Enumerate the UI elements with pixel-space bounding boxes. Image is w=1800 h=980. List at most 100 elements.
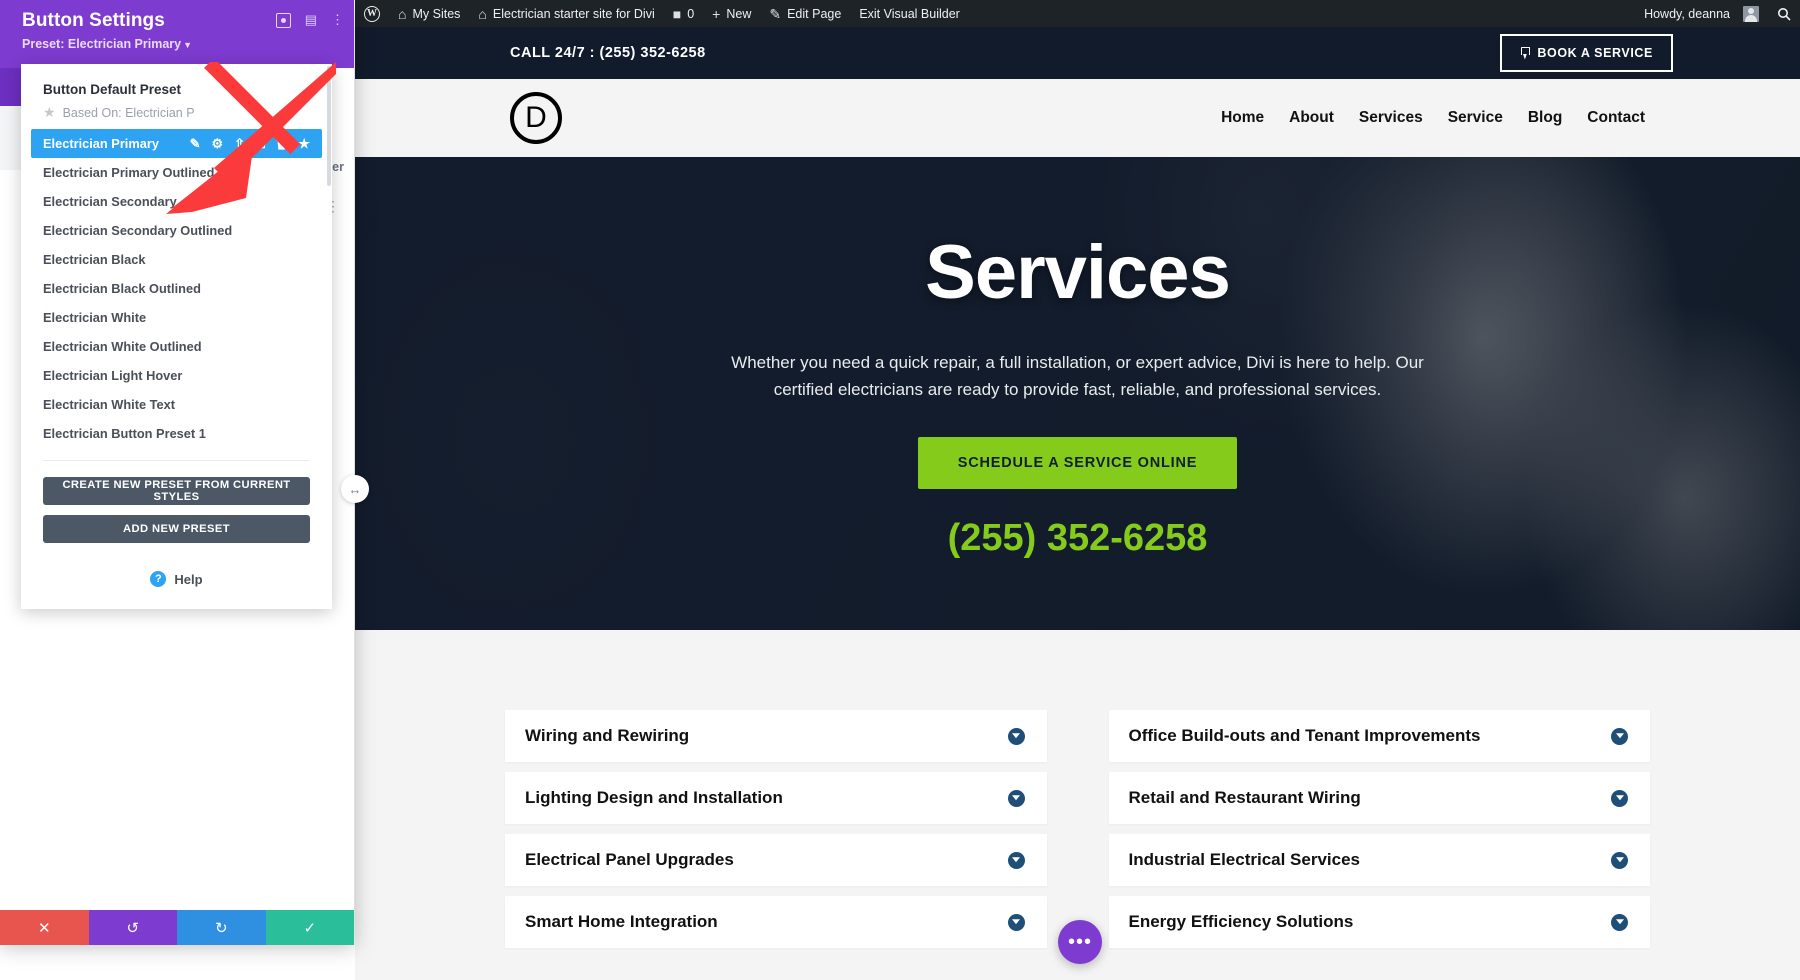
modal-header: Button Settings Preset: Electrician Prim… (0, 0, 354, 68)
duplicate-icon[interactable]: ⧉ (256, 136, 265, 152)
service-toggle-energy-efficiency-solutions[interactable]: Energy Efficiency Solutions (1108, 896, 1650, 948)
kebab-menu-icon[interactable]: ⋮ (331, 12, 344, 28)
focus-icon[interactable] (275, 12, 291, 28)
undo-button[interactable]: ↺ (88, 910, 177, 945)
modal-preset-selector[interactable]: Preset: Electrician Primary ▼ (22, 37, 340, 51)
help-label: Help (174, 571, 203, 587)
pencil-edit-icon[interactable]: ✎ (190, 136, 201, 152)
admin-bar-item-comments[interactable]: ■ 0 (664, 0, 703, 27)
preset-label: Electrician Black (43, 252, 146, 267)
circle-arrow-down-icon[interactable] (1611, 727, 1628, 745)
circle-arrow-down-icon[interactable] (1611, 851, 1628, 869)
divi-logo-icon[interactable]: D (510, 92, 562, 144)
avatar (1743, 5, 1759, 22)
preset-label: Electrician Secondary (43, 194, 177, 209)
preset-list: Electrician Primary ✎ ⚙ ⇧ ⧉ ★ Electricia… (21, 129, 332, 448)
circle-arrow-down-icon[interactable] (1007, 789, 1025, 807)
service-toggle-electrical-panel-upgrades[interactable]: Electrical Panel Upgrades (505, 834, 1047, 886)
service-title: Smart Home Integration (525, 912, 718, 931)
trash-delete-icon[interactable] (276, 137, 287, 150)
modal-header-icons: ▤ ⋮ (275, 12, 344, 28)
service-toggle-wiring-and-rewiring[interactable]: Wiring and Rewiring (505, 710, 1047, 762)
admin-bar-item-edit-page[interactable]: ✎ Edit Page (760, 0, 850, 27)
modal-tab-partial-label[interactable]: er (332, 160, 344, 174)
admin-bar-item-site-name[interactable]: ⌂ Electrician starter site for Divi (469, 0, 663, 27)
service-toggle-smart-home-integration[interactable]: Smart Home Integration (505, 896, 1047, 948)
preset-label: Electrician Primary Outlined (43, 165, 215, 180)
admin-bar-label: My Sites (412, 6, 461, 21)
circle-arrow-down-icon[interactable] (1007, 727, 1025, 745)
redo-button[interactable]: ↻ (177, 910, 266, 945)
service-toggle-lighting-design[interactable]: Lighting Design and Installation (505, 772, 1047, 824)
service-toggle-retail-restaurant-wiring[interactable]: Retail and Restaurant Wiring (1108, 772, 1650, 824)
preset-item-electrician-primary-outlined[interactable]: Electrician Primary Outlined (21, 158, 332, 187)
nav-item-blog[interactable]: Blog (1528, 109, 1562, 127)
book-a-service-button[interactable]: BOOK A SERVICE (1500, 34, 1673, 72)
modal-left-panel-bg (0, 106, 21, 170)
admin-bar-howdy[interactable]: Howdy, deanna (1635, 0, 1768, 27)
service-title: Office Build-outs and Tenant Improvement… (1128, 726, 1481, 745)
preset-item-electrician-light-hover[interactable]: Electrician Light Hover (21, 361, 332, 390)
sites-icon: ⌂ (398, 5, 407, 22)
preset-item-electrician-secondary[interactable]: Electrician Secondary (21, 187, 332, 216)
export-upload-icon[interactable]: ⇧ (234, 136, 245, 152)
nav-item-service[interactable]: Service (1448, 109, 1503, 127)
nav-item-about[interactable]: About (1289, 109, 1334, 127)
preset-item-electrician-primary[interactable]: Electrician Primary ✎ ⚙ ⇧ ⧉ ★ (31, 129, 322, 158)
circle-arrow-down-icon[interactable] (1611, 913, 1628, 931)
service-toggle-industrial-electrical-services[interactable]: Industrial Electrical Services (1108, 834, 1650, 886)
admin-bar-label: New (726, 6, 752, 21)
preset-item-electrician-white-outlined[interactable]: Electrician White Outlined (21, 332, 332, 361)
hero-phone-number[interactable]: (255) 352-6258 (948, 517, 1208, 560)
admin-bar-item-my-sites[interactable]: ⌂ My Sites (389, 0, 469, 27)
admin-bar-item-exit-visual-builder[interactable]: Exit Visual Builder (850, 0, 969, 27)
admin-bar-label: 0 (687, 6, 695, 21)
preset-label: Electrician White Outlined (43, 339, 202, 354)
nav-item-home[interactable]: Home (1221, 109, 1264, 127)
horizontal-resize-icon[interactable]: ↔ (341, 475, 369, 503)
star-default-icon[interactable]: ★ (298, 136, 310, 152)
circle-arrow-down-icon[interactable] (1007, 913, 1025, 931)
preset-label: Electrician Secondary Outlined (43, 223, 233, 238)
screenshot-canvas: W ⌂ My Sites ⌂ Electrician starter site … (0, 0, 1800, 980)
admin-bar-search[interactable] (1768, 0, 1800, 27)
nav-item-services[interactable]: Services (1359, 109, 1423, 127)
preset-item-electrician-white-text[interactable]: Electrician White Text (21, 390, 332, 419)
star-icon: ★ (43, 104, 56, 120)
hero-section: Services Whether you need a quick repair… (355, 157, 1800, 630)
button-default-preset-row[interactable]: Button Default Preset ★ Based On: Electr… (21, 74, 332, 123)
admin-bar-right-items: Howdy, deanna (1635, 0, 1800, 27)
site-icon: ⌂ (478, 5, 487, 22)
preset-item-electrician-secondary-outlined[interactable]: Electrician Secondary Outlined (21, 216, 332, 245)
wordpress-logo-menu[interactable]: W (355, 0, 389, 27)
schedule-a-service-online-button[interactable]: SCHEDULE A SERVICE ONLINE (917, 437, 1238, 490)
preset-item-electrician-black-outlined[interactable]: Electrician Black Outlined (21, 274, 332, 303)
plus-icon: + (712, 5, 721, 22)
service-toggle-office-build-outs[interactable]: Office Build-outs and Tenant Improvement… (1108, 710, 1650, 762)
preset-item-electrician-black[interactable]: Electrician Black (21, 245, 332, 274)
preset-label: Electrician Light Hover (43, 368, 183, 383)
nav-item-contact[interactable]: Contact (1587, 109, 1645, 127)
preset-item-electrician-button-preset-1[interactable]: Electrician Button Preset 1 (21, 419, 332, 448)
site-topbar: CALL 24/7 : (255) 352-6258 BOOK A SERVIC… (355, 27, 1800, 79)
create-new-preset-from-current-styles-button[interactable]: CREATE NEW PRESET FROM CURRENT STYLES (43, 477, 310, 505)
cancel-button[interactable]: ✕ (0, 910, 89, 945)
admin-bar-item-new[interactable]: + New (703, 0, 760, 27)
wordpress-admin-bar: W ⌂ My Sites ⌂ Electrician starter site … (355, 0, 1800, 27)
help-link[interactable]: ? Help (21, 553, 332, 609)
button-settings-modal: Button Settings Preset: Electrician Prim… (0, 0, 354, 945)
window-mode-icon[interactable]: ▤ (305, 12, 317, 28)
divi-page-settings-fab[interactable]: ••• (1058, 920, 1102, 964)
preset-panel-scrollbar[interactable] (327, 66, 331, 186)
service-title: Lighting Design and Installation (525, 788, 783, 807)
gear-settings-icon[interactable]: ⚙ (211, 136, 223, 152)
circle-arrow-down-icon[interactable] (1007, 851, 1025, 869)
add-new-preset-button[interactable]: ADD NEW PRESET (43, 515, 310, 543)
howdy-label: Howdy, deanna (1644, 6, 1730, 21)
modal-footer-actions: ✕ ↺ ↻ ✓ (0, 910, 354, 945)
service-title: Energy Efficiency Solutions (1128, 912, 1354, 931)
topbar-phone-label[interactable]: CALL 24/7 : (255) 352-6258 (510, 45, 706, 61)
save-button[interactable]: ✓ (265, 910, 354, 945)
circle-arrow-down-icon[interactable] (1611, 789, 1628, 807)
preset-item-electrician-white[interactable]: Electrician White (21, 303, 332, 332)
